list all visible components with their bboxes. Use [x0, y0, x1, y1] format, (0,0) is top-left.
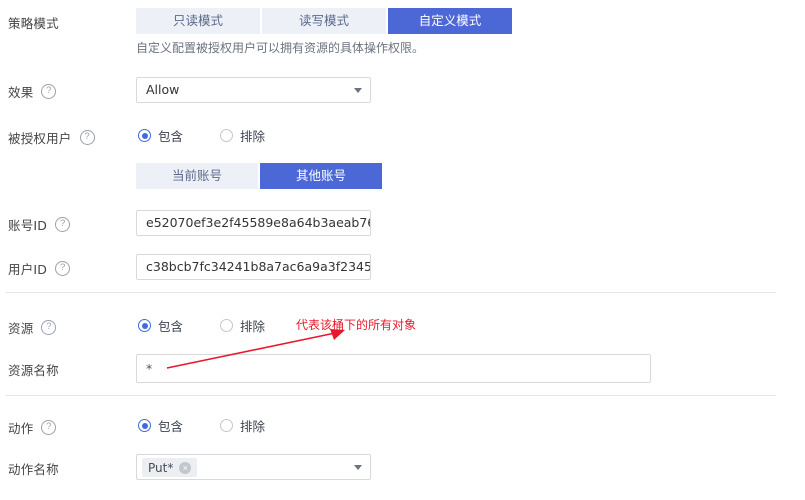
policy-mode-description: 自定义配置被授权用户可以拥有资源的具体操作权限。	[136, 41, 425, 55]
help-icon[interactable]: ?	[55, 217, 71, 232]
resource-label-text: 资源	[8, 321, 34, 336]
radio-label: 包含	[158, 319, 184, 334]
authorized-user-label: 被授权用户 ?	[8, 128, 95, 147]
effect-label: 效果 ?	[8, 82, 57, 101]
effect-label-text: 效果	[8, 85, 34, 100]
tab-readonly-mode[interactable]: 只读模式	[136, 8, 260, 34]
authorized-user-radio-group: 包含 排除	[138, 126, 265, 145]
action-name-select[interactable]: Put* ×	[136, 454, 371, 480]
action-label: 动作 ?	[8, 418, 57, 437]
effect-select[interactable]: Allow	[136, 77, 371, 103]
radio-dot-icon	[220, 129, 234, 142]
action-name-label: 动作名称	[8, 459, 59, 478]
radio-resource-exclude[interactable]: 排除	[220, 316, 265, 335]
action-label-text: 动作	[8, 421, 34, 436]
resource-name-label-text: 资源名称	[8, 363, 59, 378]
radio-action-include[interactable]: 包含	[138, 416, 183, 435]
help-icon[interactable]: ?	[55, 261, 71, 276]
resource-name-label: 资源名称	[8, 360, 59, 379]
section-divider	[6, 395, 776, 396]
policy-mode-label-text: 策略模式	[8, 16, 59, 31]
authorized-user-label-text: 被授权用户	[8, 131, 72, 146]
radio-label: 排除	[240, 419, 266, 434]
help-icon[interactable]: ?	[79, 130, 95, 145]
chevron-down-icon	[354, 88, 362, 93]
account-scope-tabs: 当前账号 其他账号	[136, 163, 382, 189]
annotation-text: 代表该桶下的所有对象	[296, 318, 417, 332]
tab-readwrite-mode[interactable]: 读写模式	[262, 8, 386, 34]
radio-label: 排除	[240, 129, 266, 144]
section-divider	[6, 292, 776, 293]
user-id-input[interactable]: c38bcb7fc34241b8a7ac6a9a3f23459d	[136, 254, 371, 280]
resource-name-input[interactable]: *	[136, 354, 651, 383]
help-icon[interactable]: ?	[41, 420, 57, 435]
radio-label: 包含	[158, 129, 184, 144]
tab-other-account[interactable]: 其他账号	[260, 163, 382, 189]
radio-label: 包含	[158, 419, 184, 434]
help-icon[interactable]: ?	[41, 84, 57, 99]
radio-dot-icon	[138, 129, 151, 142]
action-radio-group: 包含 排除	[138, 416, 265, 435]
policy-mode-tabs: 只读模式 读写模式 自定义模式	[136, 8, 512, 34]
action-tag-label: Put*	[148, 460, 174, 475]
user-id-label-text: 用户ID	[8, 262, 48, 277]
policy-mode-label: 策略模式	[8, 13, 59, 32]
radio-authorized-user-include[interactable]: 包含	[138, 126, 183, 145]
radio-label: 排除	[240, 319, 266, 334]
radio-dot-icon	[220, 319, 234, 332]
radio-authorized-user-exclude[interactable]: 排除	[220, 126, 265, 145]
chevron-down-icon	[354, 465, 362, 470]
help-icon[interactable]: ?	[41, 320, 57, 335]
account-id-input[interactable]: e52070ef3e2f45589e8a64b3aeab7642	[136, 210, 371, 236]
radio-dot-icon	[220, 419, 234, 432]
action-tag-chip: Put* ×	[142, 458, 198, 477]
account-id-label: 账号ID ?	[8, 215, 71, 234]
radio-action-exclude[interactable]: 排除	[220, 416, 265, 435]
action-name-label-text: 动作名称	[8, 462, 59, 477]
radio-dot-icon	[138, 419, 151, 432]
close-icon[interactable]: ×	[179, 461, 192, 474]
effect-select-value: Allow	[146, 82, 180, 97]
user-id-label: 用户ID ?	[8, 259, 71, 278]
resource-radio-group: 包含 排除	[138, 316, 265, 335]
annotation-arrow-icon	[166, 329, 345, 369]
radio-dot-icon	[138, 319, 151, 332]
radio-resource-include[interactable]: 包含	[138, 316, 183, 335]
policy-configuration-form: 策略模式 只读模式 读写模式 自定义模式 自定义配置被授权用户可以拥有资源的具体…	[0, 0, 805, 500]
account-id-label-text: 账号ID	[8, 218, 48, 233]
resource-label: 资源 ?	[8, 318, 57, 337]
tab-custom-mode[interactable]: 自定义模式	[388, 8, 512, 34]
tab-current-account[interactable]: 当前账号	[136, 163, 258, 189]
